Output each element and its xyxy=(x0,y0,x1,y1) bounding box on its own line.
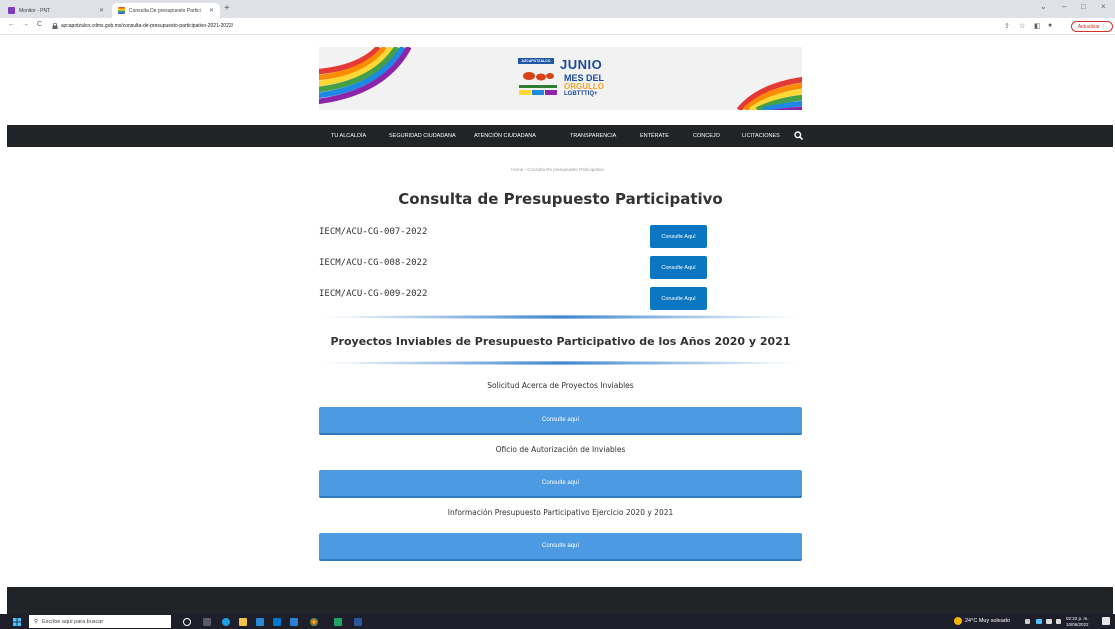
nav-atencion-ciudadana[interactable]: ATENCIÓN CIUDADANA xyxy=(474,125,536,147)
profile-avatar-icon[interactable]: ● xyxy=(1048,22,1052,29)
nav-licitaciones[interactable]: LICITACIONES xyxy=(742,125,780,147)
taskbar-clock[interactable]: 02:22 p. m. 10/06/2022 xyxy=(1066,616,1089,627)
maximize-button[interactable]: □ xyxy=(1081,2,1086,11)
tab-title: Monitor - PNT xyxy=(19,7,51,14)
section-divider xyxy=(319,315,802,319)
site-navigation: TU ALCALDÍA SEGURIDAD CIUDADANA ATENCIÓN… xyxy=(7,125,1113,147)
chrome-icon[interactable] xyxy=(310,618,318,626)
nav-concejo[interactable]: CONCEJO xyxy=(693,125,720,147)
lock-icon xyxy=(52,23,58,29)
store-icon[interactable] xyxy=(256,618,264,626)
clock-date: 10/06/2022 xyxy=(1066,621,1089,627)
onedrive-icon[interactable] xyxy=(1036,619,1042,624)
nav-enterate[interactable]: ENTÉRATE xyxy=(640,125,669,147)
network-icon[interactable] xyxy=(1046,619,1052,624)
document-code: IECM/ACU-CG-008-2022 xyxy=(319,258,428,268)
consulte-aqui-button-009[interactable]: Consulte Aquí xyxy=(650,287,707,310)
pride-month-banner: AZCAPOTZALCO JUNIO MES DEL ORGULLO LGBTT… xyxy=(319,47,802,110)
forward-arrow-icon[interactable]: → xyxy=(22,21,29,28)
update-browser-button[interactable]: Actualizar ⋮ xyxy=(1071,21,1113,32)
ant-mascot-icon xyxy=(519,72,557,95)
section-divider xyxy=(319,361,802,365)
site-footer xyxy=(7,587,1113,614)
nav-seguridad-ciudadana[interactable]: SEGURIDAD CIUDADANA xyxy=(389,125,456,147)
file-explorer-icon[interactable] xyxy=(239,618,247,626)
page-title: Consulta de Presupuesto Participativo xyxy=(398,190,723,208)
tab-monitor-pnt[interactable]: Monitor - PNT ✕ xyxy=(2,3,110,18)
banner-lgbt: LGBTTTIQ+ xyxy=(564,91,598,97)
sunny-weather-icon xyxy=(954,617,962,625)
close-tab-icon[interactable]: ✕ xyxy=(209,7,214,14)
word-icon[interactable] xyxy=(354,618,362,626)
tray-chevron-icon[interactable] xyxy=(1025,619,1030,624)
browser-tab-strip: Monitor - PNT ✕ Consulta De presupuesto … xyxy=(0,0,1115,18)
mail-icon[interactable] xyxy=(290,618,298,626)
rainbow-favicon-icon xyxy=(118,7,125,14)
close-window-button[interactable]: × xyxy=(1101,2,1106,11)
document-code: IECM/ACU-CG-009-2022 xyxy=(319,289,428,299)
bookmark-star-icon[interactable]: ☆ xyxy=(1019,22,1025,30)
share-icon[interactable]: ⇪ xyxy=(1004,22,1010,30)
pride-month-logo: AZCAPOTZALCO JUNIO MES DEL ORGULLO LGBTT… xyxy=(515,53,610,105)
consulte-aqui-informacion-button[interactable]: Consulte aquí xyxy=(319,533,802,561)
url-field[interactable]: azcapotzalco.cdmx.gob.mx/consulta-de-pre… xyxy=(52,20,982,32)
windows-start-icon[interactable] xyxy=(13,618,21,626)
document-code: IECM/ACU-CG-007-2022 xyxy=(319,227,428,237)
taskbar-search-placeholder: Escribe aquí para buscar xyxy=(42,618,104,625)
tab-title: Consulta De presupuesto Partici xyxy=(129,7,201,14)
banner-junio: JUNIO xyxy=(560,57,603,72)
task-view-icon[interactable] xyxy=(203,618,211,626)
weather-text: 24°C Muy soleado xyxy=(965,618,1011,624)
resource-label: Oficio de Autorización de Inviables xyxy=(495,445,626,454)
screen: Monitor - PNT ✕ Consulta De presupuesto … xyxy=(0,0,1115,629)
new-tab-button[interactable]: + xyxy=(224,3,230,14)
volume-icon[interactable] xyxy=(1056,619,1061,624)
url-text: azcapotzalco.cdmx.gob.mx/consulta-de-pre… xyxy=(61,23,234,29)
nav-transparencia[interactable]: TRANSPARENCIA xyxy=(570,125,616,147)
reload-icon[interactable]: C xyxy=(37,21,42,28)
weather-widget[interactable]: 24°C Muy soleado xyxy=(954,617,1010,625)
notification-center-icon[interactable] xyxy=(1102,617,1110,625)
minimize-button[interactable]: – xyxy=(1062,2,1066,11)
taskbar-search-box[interactable]: ⚲ Escribe aquí para buscar xyxy=(29,615,171,628)
address-bar: ← → C azcapotzalco.cdmx.gob.mx/consulta-… xyxy=(0,18,1115,35)
resource-label: Solicitud Acerca de Proyectos Inviables xyxy=(487,381,634,390)
update-label: Actualizar xyxy=(1077,23,1100,30)
azcapotzalco-tag: AZCAPOTZALCO xyxy=(518,58,554,64)
back-arrow-icon[interactable]: ← xyxy=(8,21,15,28)
section-heading: Proyectos Inviables de Presupuesto Parti… xyxy=(330,335,791,348)
nav-tu-alcaldia[interactable]: TU ALCALDÍA xyxy=(331,125,366,147)
cortana-icon[interactable] xyxy=(183,618,191,626)
windows-taskbar: ⚲ Escribe aquí para buscar 24°C Muy sole… xyxy=(0,614,1115,629)
consulte-aqui-button-008[interactable]: Consulte Aquí xyxy=(650,256,707,279)
sidebar-icon[interactable]: ◧ xyxy=(1034,22,1041,30)
breadcrumb[interactable]: Home › Consulta De presupuesto Participa… xyxy=(0,167,1115,172)
tab-consulta-presupuesto[interactable]: Consulta De presupuesto Partici ✕ xyxy=(112,3,220,18)
outlook-icon[interactable] xyxy=(273,618,281,626)
pnt-favicon-icon xyxy=(8,7,15,14)
close-tab-icon[interactable]: ✕ xyxy=(99,7,104,14)
clock-time: 02:22 p. m. xyxy=(1066,616,1089,621)
consulte-aqui-oficio-button[interactable]: Consulte aquí xyxy=(319,470,802,498)
excel-icon[interactable] xyxy=(334,618,342,626)
resource-label: Información Presupuesto Participativo Ej… xyxy=(447,508,674,517)
edge-icon[interactable] xyxy=(222,618,230,626)
banner-orgullo: ORGULLO xyxy=(564,82,604,91)
consulte-aqui-solicitud-button[interactable]: Consulte aquí xyxy=(319,407,802,435)
search-icon[interactable] xyxy=(794,131,803,140)
consulte-aqui-button-007[interactable]: Consulte Aquí xyxy=(650,225,707,248)
search-icon: ⚲ xyxy=(34,618,39,625)
tab-search-icon[interactable]: ⌄ xyxy=(1040,2,1047,11)
